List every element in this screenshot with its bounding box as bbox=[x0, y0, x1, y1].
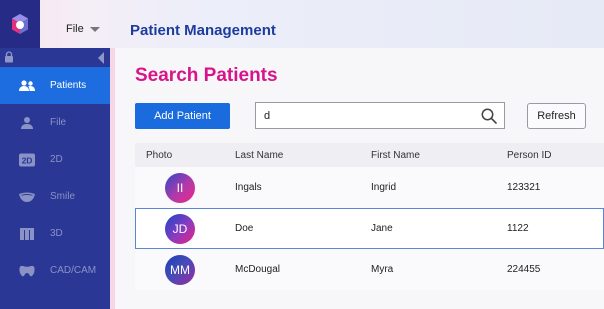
sidebar-item-cadcam[interactable]: CAD/CAM bbox=[0, 252, 110, 289]
app-window: File Patient Management Patients File 2D… bbox=[0, 0, 604, 309]
last-name-cell: McDougal bbox=[235, 264, 281, 275]
sidebar-item-file[interactable]: File bbox=[0, 104, 110, 141]
chevron-down-icon bbox=[89, 27, 100, 32]
avatar: MM bbox=[165, 254, 195, 285]
search-icon[interactable] bbox=[480, 107, 498, 125]
person-icon bbox=[21, 116, 33, 129]
first-name-cell: Jane bbox=[371, 223, 393, 234]
refresh-button[interactable]: Refresh bbox=[527, 103, 586, 129]
2d-icon: 2D bbox=[19, 153, 35, 166]
photo-cell: II bbox=[135, 172, 235, 203]
smile-icon bbox=[19, 192, 35, 202]
cadcam-icon bbox=[19, 265, 35, 276]
search-input[interactable] bbox=[256, 103, 480, 128]
column-header-last-name[interactable]: Last Name bbox=[235, 150, 371, 161]
first-name-cell: Myra bbox=[371, 264, 394, 275]
people-icon bbox=[19, 79, 35, 91]
person-id-cell: 123321 bbox=[507, 182, 541, 193]
table-row[interactable]: MM McDougal Myra 224455 bbox=[135, 249, 604, 290]
lock-icon[interactable] bbox=[4, 51, 14, 63]
main-panel: Search Patients Add Patient Refresh Phot… bbox=[115, 48, 604, 309]
column-header-first-name[interactable]: First Name bbox=[371, 150, 507, 161]
sidebar-item-label: Smile bbox=[50, 191, 76, 202]
first-name-cell: Ingrid bbox=[371, 182, 397, 193]
app-logo-icon bbox=[12, 14, 28, 34]
app-logo-area bbox=[0, 0, 40, 48]
sidebar-item-label: File bbox=[50, 117, 67, 128]
sidebar-item-patients[interactable]: Patients bbox=[0, 67, 110, 104]
file-menu-label: File bbox=[66, 23, 84, 35]
search-box bbox=[255, 102, 505, 129]
column-header-person-id[interactable]: Person ID bbox=[507, 150, 604, 161]
sidebar-item-label: 3D bbox=[50, 228, 63, 239]
sidebar-header bbox=[0, 48, 110, 67]
sidebar: Patients File 2D 2D Smile 3D CAD/CAM bbox=[0, 48, 110, 309]
2d-icon-text: 2D bbox=[22, 155, 33, 165]
last-name-cell: Doe bbox=[235, 223, 254, 234]
top-bar: File Patient Management bbox=[40, 0, 604, 48]
collapse-sidebar-icon[interactable] bbox=[98, 52, 104, 64]
person-id-cell: 1122 bbox=[507, 223, 529, 234]
sidebar-item-2d[interactable]: 2D 2D bbox=[0, 141, 110, 178]
sidebar-item-label: CAD/CAM bbox=[50, 265, 97, 276]
3d-icon bbox=[20, 227, 34, 240]
add-patient-button[interactable]: Add Patient bbox=[135, 103, 230, 129]
photo-cell: JD bbox=[135, 213, 235, 244]
last-name-cell: Ingals bbox=[235, 182, 262, 193]
app-title: Patient Management bbox=[130, 22, 276, 39]
table-row-selected[interactable]: JD Doe Jane 1122 bbox=[135, 208, 604, 249]
avatar: JD bbox=[165, 213, 195, 244]
table-header: Photo Last Name First Name Person ID bbox=[135, 143, 604, 167]
column-header-photo[interactable]: Photo bbox=[135, 150, 235, 161]
page-title: Search Patients bbox=[135, 65, 278, 86]
photo-cell: MM bbox=[135, 254, 235, 285]
sidebar-item-3d[interactable]: 3D bbox=[0, 215, 110, 252]
patients-table: Photo Last Name First Name Person ID II … bbox=[135, 143, 604, 290]
table-row[interactable]: II Ingals Ingrid 123321 bbox=[135, 167, 604, 208]
sidebar-item-smile[interactable]: Smile bbox=[0, 178, 110, 215]
sidebar-item-label: Patients bbox=[50, 80, 87, 91]
sidebar-item-label: 2D bbox=[50, 154, 63, 165]
file-menu[interactable]: File bbox=[66, 23, 100, 35]
avatar: II bbox=[165, 172, 195, 203]
person-id-cell: 224455 bbox=[507, 264, 541, 275]
